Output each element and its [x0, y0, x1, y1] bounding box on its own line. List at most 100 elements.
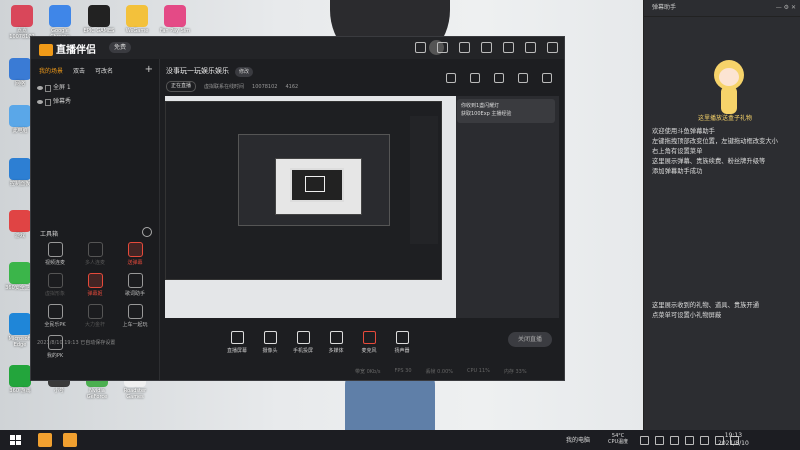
help-icon[interactable] [459, 42, 470, 53]
input-method-icon[interactable] [670, 436, 679, 445]
taskbar: 我的电脑 54°C CPU温度 19:13 2021/8/10 [0, 430, 800, 450]
tool-button[interactable]: 全民乐PK [35, 304, 75, 328]
source-icon [230, 330, 244, 344]
clock[interactable]: 19:13 2021/8/10 [718, 432, 749, 448]
recursive-chat [410, 116, 438, 244]
source-button[interactable]: 手机投屏 [289, 330, 317, 354]
desktop-icon[interactable]: Google Chrome [43, 5, 77, 40]
go-live-button[interactable]: 关闭直播 [508, 332, 552, 347]
source-icon [296, 330, 310, 344]
stream-preview[interactable]: 你收到1盏闪耀灯 获取100Exp 主播经验 [165, 96, 559, 318]
bell-icon[interactable] [518, 73, 528, 83]
gift-lines: 这里展示收到的礼物、道具、贵族开通 点菜单可设置小礼物屏蔽 [652, 301, 800, 321]
lock-icon[interactable] [45, 99, 51, 106]
tool-button[interactable]: 虚拟形象 [35, 273, 75, 297]
source-button[interactable]: 摄像头 [256, 330, 284, 354]
tab-my-scenes[interactable]: 我的场景 [39, 66, 63, 75]
network-icon[interactable] [640, 436, 649, 445]
desktop-icon-label: Nvidia GeForce [86, 388, 108, 400]
tool-button[interactable]: 弹幕姬 [75, 273, 115, 297]
source-label: 扬声器 [394, 347, 410, 354]
tab-rename[interactable]: 可改名 [95, 66, 113, 75]
tray-label[interactable]: 我的电脑 [566, 435, 590, 444]
scene-sidebar: 我的场景 双击 可改名 + 全屏 1 弹幕秀 工具箱 视频连麦 多人连麦 送弹幕虚拟… [31, 59, 160, 380]
desktop-icon-label: WeGame [125, 28, 149, 34]
taskbar-app-icon[interactable] [38, 433, 52, 447]
edit-title-button[interactable]: 修改 [235, 67, 254, 77]
tool-label: 我的PK [46, 353, 64, 359]
maximize-icon[interactable] [525, 42, 536, 53]
eye-icon[interactable] [37, 86, 43, 90]
app-icon [9, 158, 31, 180]
app-icon [9, 210, 31, 232]
toolbox-more-icon[interactable] [142, 227, 152, 237]
preview-chat-panel [456, 96, 559, 318]
fans-count: 4162 [285, 83, 299, 90]
close-icon[interactable] [547, 42, 558, 53]
desktop-icon[interactable]: 嘉嘉 10078102 [5, 5, 39, 40]
panel-controls[interactable]: — ⚙ ✕ [776, 0, 796, 16]
mascot-body [721, 86, 737, 114]
chat-line: 添加弹幕助手成功 [652, 168, 703, 175]
taskbar-app-icon[interactable] [63, 433, 77, 447]
room-title: 没事玩一玩娱乐娱乐 [166, 67, 229, 75]
desktop-icon[interactable]: Fan Pay Sim [158, 5, 192, 34]
recursive-preview [305, 176, 325, 192]
save-status: 2021/8/10 19:13 已自动保存设置 [37, 340, 116, 346]
scene-item[interactable]: 全屏 1 [31, 81, 159, 95]
main-area: 没事玩一玩娱乐娱乐 修改 正在直播 虚拟联系在线时间 10078102 4162 … [160, 59, 564, 380]
lock-icon[interactable] [470, 73, 480, 83]
tool-label: 视频连麦 [44, 260, 65, 266]
chat-line: 这里展示弹幕、贵族续费、粉丝牌升级等 [652, 158, 766, 165]
window-icon[interactable] [494, 73, 504, 83]
tool-label: 大力金杆 [84, 322, 105, 328]
tool-label: 虚拟形象 [44, 291, 65, 297]
volume-icon[interactable] [655, 436, 664, 445]
scene-label: 弹幕秀 [53, 98, 72, 105]
tab-double-click[interactable]: 双击 [73, 66, 85, 75]
share-icon[interactable] [542, 73, 552, 83]
version-badge[interactable]: 免费 [109, 42, 132, 53]
eye-icon[interactable] [37, 100, 43, 104]
tool-button[interactable]: 歌词助手 [115, 273, 155, 297]
notification-icon[interactable] [685, 436, 694, 445]
tool-label: 全民乐PK [44, 322, 66, 328]
source-button[interactable]: 直播屏幕 [223, 330, 251, 354]
source-icon [263, 330, 277, 344]
tool-button[interactable]: 大力金杆 [75, 304, 115, 328]
lock-icon[interactable] [45, 85, 51, 92]
app-logo-icon [39, 44, 53, 56]
desktop-icon-label: 360 游戏 [9, 388, 31, 394]
windows-start-icon[interactable] [10, 435, 21, 445]
gift-toast: 你收到1盏闪耀灯 获取100Exp 主播经验 [457, 99, 555, 123]
title-bar[interactable]: 直播伴侣 免费 [31, 37, 564, 59]
minimize-icon[interactable] [503, 42, 514, 53]
add-scene-icon[interactable]: + [145, 64, 153, 75]
layout-icon[interactable] [446, 73, 456, 83]
mascot-caption: 这里播放送盒子礼物 [698, 115, 753, 122]
toolbox-label: 工具箱 [40, 231, 59, 238]
gift-icon[interactable] [437, 42, 448, 53]
chat-lines: 欢迎使用斗鱼弹幕助手 左键拖拽顶部改变位置，左键拖动框改变大小 右上角有设置菜单 这里… [652, 127, 800, 177]
chat-icon[interactable] [415, 42, 426, 53]
live-status-tag[interactable]: 正在直播 [166, 81, 197, 92]
desktop-icon[interactable]: WeGame [120, 5, 154, 34]
desktop-icon[interactable]: EPIC GAMES [82, 5, 116, 34]
source-button[interactable]: 麦克风 [355, 330, 383, 354]
source-button[interactable]: 扬声器 [388, 330, 416, 354]
panel-header[interactable]: 弹幕助手 — ⚙ ✕ [644, 0, 800, 17]
time: 19:13 [724, 432, 743, 439]
mascot-face [719, 68, 739, 86]
tool-button[interactable]: 送弹幕 [115, 242, 155, 266]
tool-button[interactable]: 上车一起玩 [115, 304, 155, 328]
desktop-icon-label: 小号 [53, 388, 64, 394]
source-button[interactable]: 多媒体 [322, 330, 350, 354]
app-tray-icon[interactable] [700, 436, 709, 445]
tool-button[interactable]: 视频连麦 [35, 242, 75, 266]
scene-item[interactable]: 弹幕秀 [31, 95, 159, 109]
tool-button[interactable]: 多人连麦 [75, 242, 115, 266]
tool-label: 多人连麦 [84, 260, 105, 266]
app-icon [9, 313, 31, 335]
menu-icon[interactable] [481, 42, 492, 53]
cpu-temp[interactable]: 54°C CPU温度 [608, 433, 628, 445]
